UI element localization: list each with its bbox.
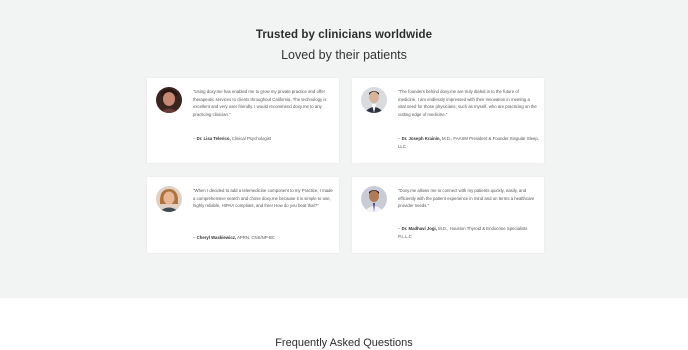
testimonial-card: "The founders behind doxy.me are truly d… (352, 78, 544, 163)
author-name: Dr. Lisa Telerico, (196, 136, 231, 141)
avatar-woman-light-hair-icon (156, 186, 182, 212)
avatar-woman-dark-hair-icon (156, 87, 182, 113)
testimonials-section (0, 0, 688, 298)
testimonial-card: "Doxy.me allows me to connect with my pa… (352, 177, 544, 253)
author-title: APRN, CNS/NP-BC (237, 235, 276, 240)
testimonial-author: – Dr. Lisa Telerico, Clinical Psychologi… (193, 136, 272, 141)
section-subtitle: Loved by their patients (281, 48, 407, 62)
testimonial-author: – Cheryl Waskiewicz, APRN, CNS/NP-BC (193, 235, 276, 240)
testimonial-card: "When I decided to add a telemedicine co… (147, 177, 339, 253)
faq-title: Frequently Asked Questions (275, 337, 413, 349)
avatar-man-doctor-icon (361, 186, 387, 212)
testimonial-card: "Using doxy.me has enabled me to grow my… (147, 78, 339, 163)
section-title: Trusted by clinicians worldwide (255, 29, 433, 41)
author-name: Dr. Joseph Krainin, (401, 136, 441, 141)
author-title: Clinical Psychologist (231, 136, 272, 141)
testimonial-author: – Dr. Joseph Krainin, M.D., FAASM Presid… (398, 136, 539, 149)
testimonial-author: – Dr. Madhavi Jogi, M.D., Houston Thyroi… (398, 226, 528, 239)
testimonial-quote: "Doxy.me allows me to connect with my pa… (398, 188, 535, 209)
avatar-man-suit-icon (361, 87, 387, 113)
testimonial-quote: "The founders behind doxy.me are truly d… (398, 89, 537, 117)
testimonial-quote: "When I decided to add a telemedicine co… (193, 188, 333, 209)
author-name: Cheryl Waskiewicz, (196, 235, 237, 240)
author-name: Dr. Madhavi Jogi, (401, 226, 437, 231)
testimonial-quote: "Using doxy.me has enabled me to grow my… (193, 89, 327, 117)
